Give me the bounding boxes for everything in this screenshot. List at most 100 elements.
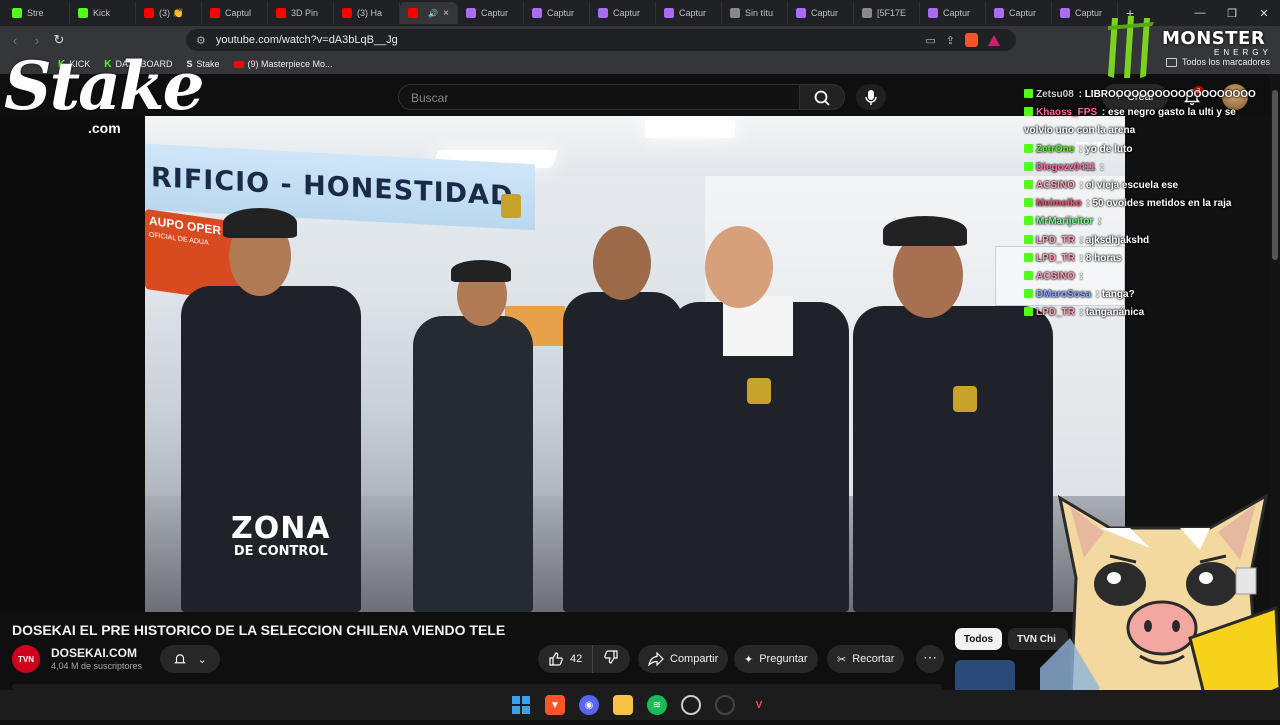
channel-avatar[interactable]: TVN	[12, 645, 40, 673]
officer-2	[413, 316, 533, 612]
program-logo-subtitle: DE CONTROL	[233, 544, 328, 559]
officer-3	[563, 292, 683, 612]
browser-tab[interactable]: Sin títu	[722, 2, 788, 24]
chat-separator: :	[1076, 180, 1086, 192]
valorant-icon[interactable]: V	[749, 695, 769, 715]
browser-tab[interactable]: Captur	[458, 2, 524, 24]
tab-label: [5F17E	[877, 8, 907, 18]
video-title: DOSEKAI EL PRE HISTORICO DE LA SELECCION…	[12, 622, 506, 638]
tab-label: Captur	[613, 8, 641, 18]
scissors-icon: ✂	[837, 653, 847, 666]
tab-favicon-icon	[276, 8, 286, 18]
tab-favicon-icon	[408, 8, 418, 18]
chat-message: Zetsu08 : LIBROOOOOOOOOOOOOOOOOOO	[1024, 86, 1264, 104]
steam-icon[interactable]	[681, 695, 701, 715]
browser-tab[interactable]: Captur	[920, 2, 986, 24]
chat-username: ACSINO	[1036, 271, 1075, 283]
scrollbar-thumb[interactable]	[1272, 90, 1278, 260]
tab-label: Kick	[93, 8, 111, 18]
kick-badge-icon	[1024, 252, 1033, 262]
chat-text: 50 ovoides metidos en la raja	[1092, 198, 1232, 210]
chat-username: LPD_TR	[1036, 234, 1075, 246]
officer-5-cap	[883, 216, 967, 246]
monster-subtitle: ENERGY	[1214, 48, 1272, 57]
share-label: Compartir	[670, 653, 719, 665]
cast-icon[interactable]: ▭	[925, 34, 935, 47]
officer-4-head	[705, 226, 773, 308]
chat-separator: :	[1076, 271, 1084, 283]
share-button[interactable]: Compartir	[638, 645, 729, 673]
brave-shields-icon[interactable]	[965, 33, 978, 47]
search-button[interactable]	[799, 84, 845, 110]
kick-badge-icon	[1024, 107, 1033, 117]
clip-button[interactable]: ✂ Recortar	[827, 645, 905, 673]
chip-all[interactable]: Todos	[955, 628, 1002, 650]
browser-tab[interactable]: Captur	[524, 2, 590, 24]
site-settings-icon[interactable]: ⚙	[196, 34, 206, 47]
chat-message: MrMarijeitor :	[1024, 213, 1264, 231]
tab-favicon-icon	[730, 8, 740, 18]
browser-tab[interactable]: 🔊 ×	[400, 2, 458, 24]
share-icon[interactable]: ⇪	[946, 34, 955, 47]
recommended-thumbnail[interactable]	[955, 660, 1015, 690]
browser-tab[interactable]: Captur	[590, 2, 656, 24]
tab-label: Sin títu	[745, 8, 774, 18]
browser-tab[interactable]: (3) 👏	[136, 2, 202, 24]
video-player[interactable]: RIFICIO - HONESTIDAD AUPO OPER OFICIAL D…	[145, 116, 1125, 612]
close-tab-icon[interactable]: ×	[443, 8, 449, 19]
browser-tab[interactable]: Stre	[4, 2, 70, 24]
dislike-button[interactable]	[593, 649, 629, 670]
back-button[interactable]: ‹	[4, 33, 26, 48]
more-actions-button[interactable]: ⋯	[916, 645, 944, 673]
ask-button[interactable]: ✦ Preguntar	[734, 645, 818, 673]
search-input[interactable]: Buscar	[398, 84, 800, 110]
channel-name[interactable]: DOSEKAI.COM	[51, 646, 137, 660]
browser-tab[interactable]: Captur	[986, 2, 1052, 24]
browser-tab[interactable]: [5F17E	[854, 2, 920, 24]
browser-tab[interactable]: (3) Ha	[334, 2, 400, 24]
obs-icon[interactable]	[715, 695, 735, 715]
kick-badge-icon	[1024, 216, 1033, 226]
chat-message: ZetrOne : yo de luto	[1024, 141, 1264, 159]
browser-tab[interactable]: 3D Pin	[268, 2, 334, 24]
tab-favicon-icon	[532, 8, 542, 18]
notification-preferences-button[interactable]: ⌄	[160, 645, 220, 673]
tab-favicon-icon	[994, 8, 1004, 18]
chat-username: Khaoss_FPS	[1036, 107, 1098, 119]
kick-badge-icon	[1024, 161, 1033, 171]
officer-1-cap	[223, 208, 297, 238]
reload-button[interactable]: ↻	[48, 32, 70, 48]
bookmark-item[interactable]: (9) Masterpiece Mo...	[233, 59, 333, 69]
chat-username: Zetsu08	[1036, 89, 1074, 100]
file-explorer-icon[interactable]	[613, 695, 633, 715]
brave-rewards-icon[interactable]	[988, 34, 1000, 46]
chat-message: Diegozz0411 :	[1024, 159, 1264, 177]
discord-icon[interactable]: ◉	[579, 695, 599, 715]
kick-badge-icon	[1024, 234, 1033, 244]
voice-search-button[interactable]	[856, 84, 886, 110]
tab-label: Captur	[1009, 8, 1037, 18]
program-logo-title: ZONA	[231, 511, 331, 546]
brave-browser-icon[interactable]: ▼	[545, 695, 565, 715]
chat-username: ACSINO	[1036, 180, 1075, 192]
windows-start-icon[interactable]	[511, 695, 531, 715]
monster-energy-logo: MONSTER ENERGY	[1104, 16, 1274, 80]
browser-tab[interactable]: Kick	[70, 2, 136, 24]
forward-button[interactable]: ›	[26, 33, 48, 48]
emblem-icon	[501, 194, 521, 218]
tab-label: Captur	[481, 8, 509, 18]
browser-tab[interactable]: Captur	[788, 2, 854, 24]
audio-playing-icon[interactable]: 🔊	[428, 9, 438, 18]
browser-tab[interactable]: Captur	[656, 2, 722, 24]
browser-tab[interactable]: Captul	[202, 2, 268, 24]
chat-message: LPD_TR : 8 horas	[1024, 250, 1264, 268]
tab-label: (3) 👏	[159, 7, 184, 18]
chat-separator: :	[1099, 107, 1109, 119]
chat-separator: :	[1095, 216, 1102, 228]
like-button[interactable]: 42	[538, 645, 594, 673]
address-bar[interactable]: ⚙ youtube.com/watch?v=dA3bLqB__Jg ▭ ⇪	[186, 29, 1016, 51]
tab-label: Captur	[679, 8, 707, 18]
chat-message: ACSINO : el vieja escuela ese	[1024, 177, 1264, 195]
spotify-icon[interactable]: ≋	[647, 695, 667, 715]
stake-domain: .com	[88, 120, 121, 136]
